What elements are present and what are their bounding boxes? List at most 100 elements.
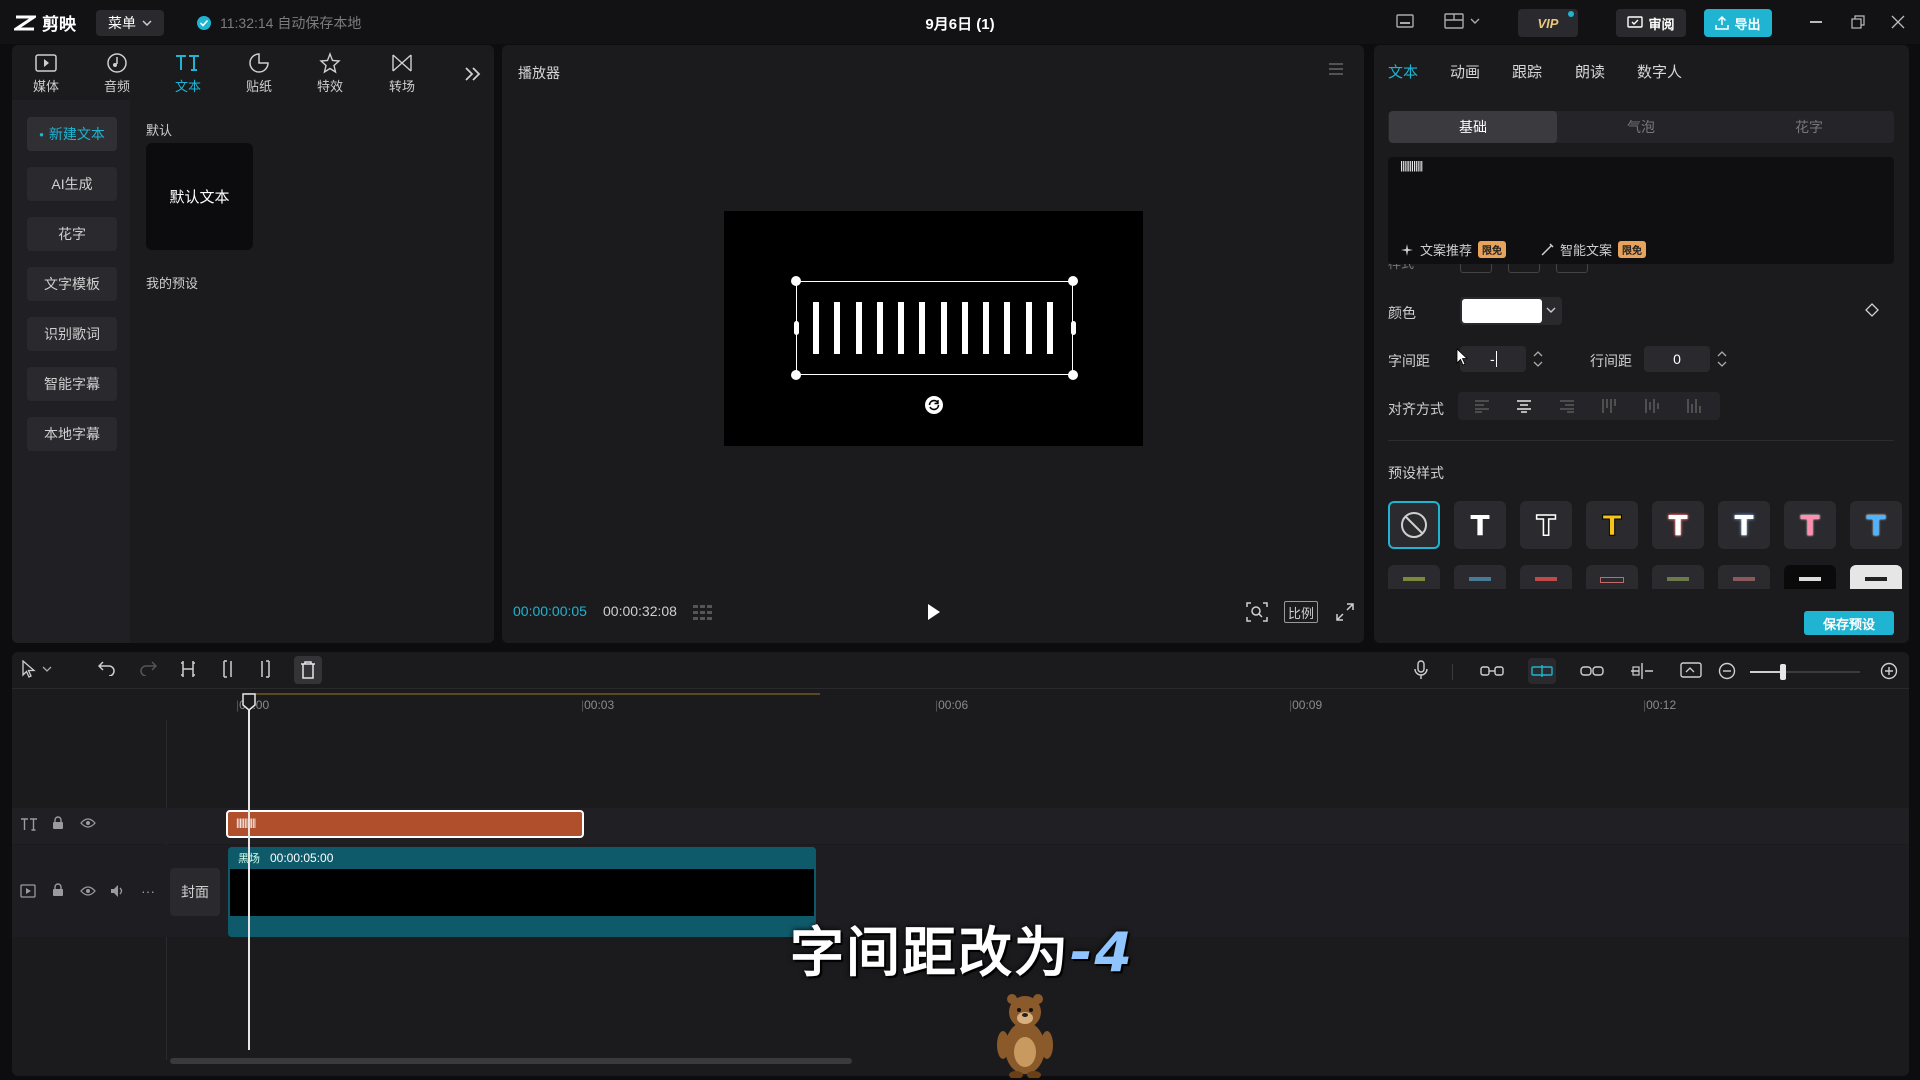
close-icon[interactable]: [1891, 15, 1905, 29]
subtab-bubble[interactable]: 气泡: [1557, 111, 1725, 143]
subtab-basic[interactable]: 基础: [1389, 111, 1557, 143]
cover-button[interactable]: 封面: [170, 868, 220, 916]
play-icon[interactable]: [926, 603, 942, 621]
line-spacing-input[interactable]: 0: [1644, 346, 1710, 372]
preset-style-14[interactable]: [1784, 565, 1836, 589]
trim-right-icon[interactable]: [258, 660, 274, 678]
resize-handle-left[interactable]: [794, 321, 799, 335]
delete-button[interactable]: [294, 656, 322, 684]
menu-button[interactable]: 菜单: [96, 10, 164, 36]
align-right-icon[interactable]: [1559, 399, 1575, 413]
resize-handle-br[interactable]: [1068, 370, 1078, 380]
preset-style-3[interactable]: T: [1586, 501, 1638, 549]
tab-effects[interactable]: 特效: [298, 50, 362, 95]
player-menu-icon[interactable]: [1328, 63, 1344, 75]
save-preset-button[interactable]: 保存预设: [1804, 611, 1894, 635]
sidebar-item-lyrics[interactable]: 识别歌词: [27, 317, 117, 351]
rotate-icon[interactable]: [924, 395, 944, 415]
inspector-tab-tracking[interactable]: 跟踪: [1512, 61, 1542, 82]
trim-left-icon[interactable]: [219, 660, 235, 678]
align-left-icon[interactable]: [1474, 399, 1490, 413]
preset-style-7[interactable]: T: [1850, 501, 1902, 549]
letter-spacing-stepper[interactable]: [1524, 347, 1552, 371]
sidebar-item-smart-subtitle[interactable]: 智能字幕: [27, 367, 117, 401]
preview-window-icon[interactable]: [1680, 662, 1702, 680]
select-tool[interactable]: [22, 660, 52, 678]
zoom-in-icon[interactable]: [1880, 662, 1898, 680]
more-icon[interactable]: ···: [141, 883, 155, 899]
color-swatch[interactable]: [1462, 299, 1542, 323]
smart-copy-button[interactable]: 智能文案 限免: [1540, 240, 1647, 259]
preset-style-10[interactable]: [1520, 565, 1572, 589]
tab-audio[interactable]: 音频: [85, 50, 149, 95]
preset-style-11[interactable]: [1586, 565, 1638, 589]
playhead-handle[interactable]: [242, 693, 256, 711]
preset-style-15[interactable]: [1850, 565, 1902, 589]
preview-axis-icon[interactable]: [1630, 662, 1654, 680]
underline-button[interactable]: [1508, 264, 1540, 273]
minimize-icon[interactable]: [1810, 21, 1822, 23]
bold-button[interactable]: [1460, 264, 1492, 273]
sidebar-item-text-template[interactable]: 文字模板: [27, 267, 117, 301]
letter-spacing-input[interactable]: -: [1460, 346, 1526, 372]
vip-button[interactable]: VIP: [1518, 9, 1578, 37]
fullscreen-icon[interactable]: [1336, 603, 1354, 621]
vertical-align-middle-icon[interactable]: [1644, 398, 1660, 414]
sidebar-item-ai-generate[interactable]: AI生成: [27, 167, 117, 201]
preset-style-8[interactable]: [1388, 565, 1440, 589]
resize-handle-bl[interactable]: [791, 370, 801, 380]
preset-style-6[interactable]: T: [1784, 501, 1836, 549]
preset-style-4[interactable]: T: [1652, 501, 1704, 549]
restore-icon[interactable]: [1851, 15, 1865, 29]
default-text-card[interactable]: 默认文本: [146, 143, 253, 250]
eye-icon[interactable]: [80, 817, 96, 829]
tab-sticker[interactable]: 贴纸: [227, 50, 291, 95]
vertical-align-bottom-icon[interactable]: [1686, 398, 1702, 414]
italic-button[interactable]: [1556, 264, 1588, 273]
preset-style-2[interactable]: T: [1520, 501, 1572, 549]
lock-icon[interactable]: [52, 816, 64, 830]
chevron-down-icon[interactable]: [1546, 307, 1556, 313]
resize-handle-right[interactable]: [1071, 321, 1076, 335]
playhead-line[interactable]: [248, 700, 250, 1050]
panel-layout-button[interactable]: [1444, 13, 1480, 29]
tab-media[interactable]: 媒体: [14, 50, 78, 95]
inspector-tab-read-aloud[interactable]: 朗读: [1575, 61, 1605, 82]
preset-style-13[interactable]: [1718, 565, 1770, 589]
timeline-scrollbar[interactable]: [170, 1058, 852, 1064]
preset-style-1[interactable]: T: [1454, 501, 1506, 549]
keyframe-diamond-icon[interactable]: [1865, 303, 1879, 317]
export-button[interactable]: 导出: [1704, 9, 1772, 37]
lock-icon[interactable]: [52, 883, 64, 897]
preset-style-12[interactable]: [1652, 565, 1704, 589]
sidebar-item-new-text[interactable]: ● 新建文本: [27, 117, 117, 151]
sidebar-item-local-subtitle[interactable]: 本地字幕: [27, 417, 117, 451]
line-spacing-stepper[interactable]: [1708, 347, 1736, 371]
ratio-button[interactable]: 比例: [1284, 601, 1318, 623]
zoom-fit-icon[interactable]: [1246, 602, 1268, 622]
preset-style-5[interactable]: T: [1718, 501, 1770, 549]
more-tabs-icon[interactable]: [464, 66, 482, 82]
zoom-slider-handle[interactable]: [1780, 664, 1786, 680]
sidebar-item-fancy-text[interactable]: 花字: [27, 217, 117, 251]
split-icon[interactable]: [180, 660, 196, 678]
layout-icon[interactable]: [1396, 13, 1414, 29]
undo-icon[interactable]: [98, 660, 116, 676]
align-center-icon[interactable]: [1516, 399, 1532, 413]
eye-icon[interactable]: [80, 885, 96, 897]
redo-icon[interactable]: [139, 660, 157, 676]
link-main-track-icon[interactable]: [1480, 664, 1504, 678]
preset-none[interactable]: [1388, 501, 1440, 549]
timecode-grid-icon[interactable]: [692, 603, 718, 621]
subtab-fancy[interactable]: 花字: [1725, 111, 1893, 143]
volume-icon[interactable]: [110, 884, 126, 898]
inspector-tab-animation[interactable]: 动画: [1450, 61, 1480, 82]
zoom-out-icon[interactable]: [1718, 662, 1736, 680]
vertical-align-top-icon[interactable]: [1601, 398, 1617, 414]
copy-recommend-button[interactable]: 文案推荐 限免: [1400, 240, 1507, 259]
magnet-snap-button[interactable]: [1528, 658, 1556, 684]
tab-text[interactable]: 文本: [156, 50, 220, 95]
resize-handle-tr[interactable]: [1068, 276, 1078, 286]
text-clip[interactable]: ||||||||||||: [226, 810, 584, 838]
microphone-icon[interactable]: [1414, 660, 1428, 680]
